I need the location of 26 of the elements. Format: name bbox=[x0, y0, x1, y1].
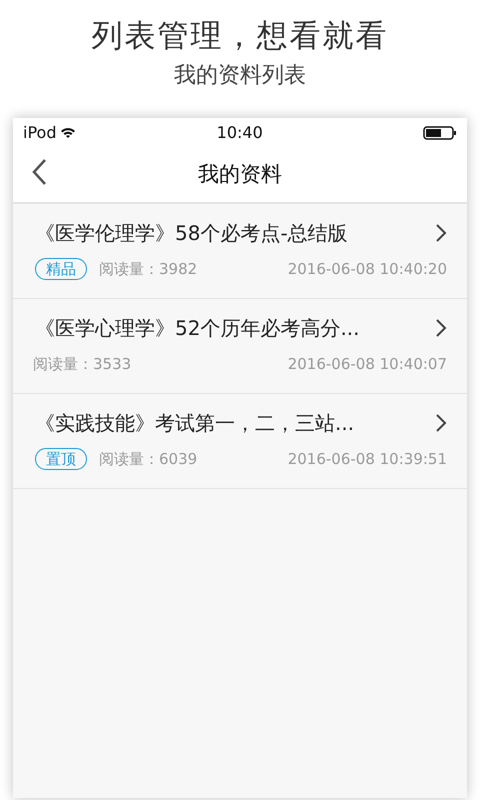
list-item[interactable]: 《实践技能》考试第一，二，三站... 置顶 阅读量：6039 2016-06-08 10:39:51 bbox=[13, 394, 467, 490]
read-count: 阅读量：6039 bbox=[99, 449, 198, 470]
read-count: 阅读量：3533 bbox=[33, 354, 132, 376]
item-title: 《实践技能》考试第一，二，三站... bbox=[35, 410, 354, 438]
tag: 置顶 bbox=[35, 448, 87, 470]
item-title: 《医学伦理学》58个必考点-总结版 bbox=[35, 220, 348, 248]
clock: 10:40 bbox=[216, 122, 263, 144]
wifi-icon bbox=[60, 127, 76, 140]
back-icon bbox=[31, 158, 47, 186]
nav-title: 我的资料 bbox=[198, 161, 282, 188]
item-date: 2016-06-08 10:40:07 bbox=[288, 354, 447, 376]
item-title: 《医学心理学》52个历年必考高分... bbox=[35, 315, 360, 342]
chevron-icon bbox=[435, 223, 447, 244]
list-item[interactable]: 《医学心理学》52个历年必考高分... 阅读量：3533 2016-06-08 10:40:07 bbox=[13, 299, 467, 394]
back-button[interactable] bbox=[31, 158, 47, 186]
item-date: 2016-06-08 10:39:51 bbox=[288, 449, 447, 470]
carrier-label: iPod bbox=[23, 122, 56, 144]
item-date: 2016-06-08 10:40:20 bbox=[288, 259, 447, 280]
tag: 精品 bbox=[35, 258, 87, 280]
battery-icon bbox=[422, 126, 457, 140]
list-item[interactable]: 《医学伦理学》58个必考点-总结版 精品 阅读量：3982 2016-06-08 10:40:20 bbox=[13, 204, 467, 300]
headline: 列表管理，想看就看 bbox=[90, 18, 390, 56]
chevron-icon bbox=[435, 318, 447, 338]
chevron-icon bbox=[435, 413, 447, 434]
read-count: 阅读量：3982 bbox=[99, 259, 198, 280]
subheadline: 我的资料列表 bbox=[173, 62, 307, 90]
